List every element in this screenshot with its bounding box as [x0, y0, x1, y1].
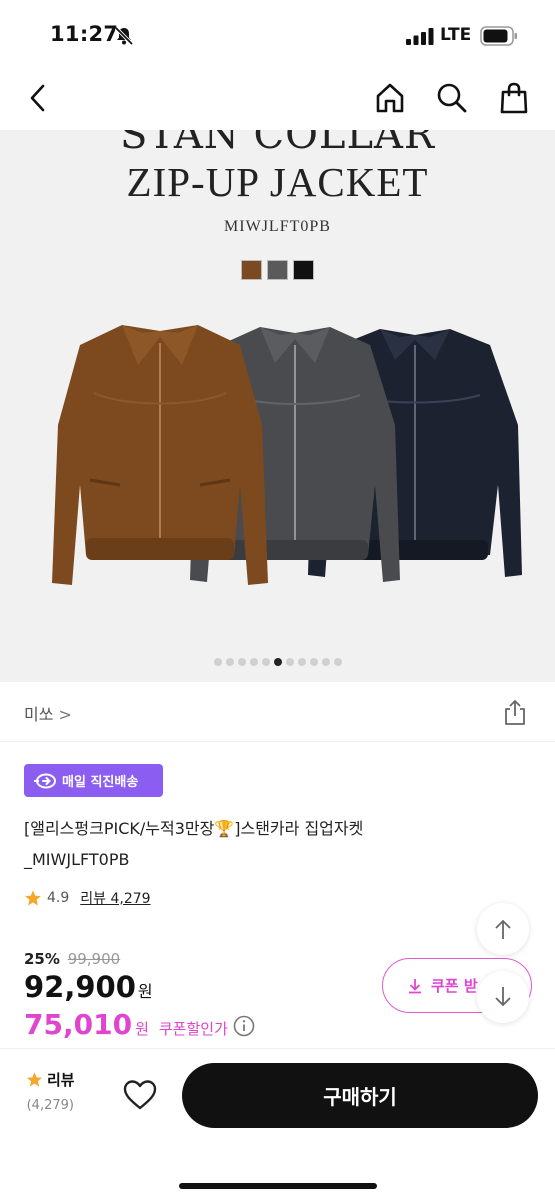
pagination-dot[interactable] — [309, 658, 318, 666]
chevron-left-icon — [30, 84, 45, 112]
image-title-line2: ZIP-UP JACKET — [126, 159, 429, 205]
pagination-dot[interactable] — [285, 658, 294, 666]
top-nav — [0, 66, 555, 130]
delivery-badge: 매일 직진배송 — [24, 764, 163, 797]
color-swatch[interactable] — [241, 260, 262, 280]
brand-row: 미쏘 > — [0, 682, 555, 742]
scroll-top-button[interactable] — [477, 903, 529, 955]
pagination-dot[interactable] — [333, 658, 342, 666]
shopping-bag-icon — [500, 82, 528, 114]
back-button[interactable] — [18, 78, 58, 118]
color-swatches — [241, 260, 314, 280]
pagination-dot[interactable] — [225, 658, 234, 666]
arrow-up-icon — [495, 919, 511, 939]
review-link[interactable]: 리뷰 4,279 — [80, 888, 150, 908]
coupon-price-row: 75,010 원 쿠폰할인가 — [24, 1008, 255, 1041]
brand-name: 미쏘 — [24, 705, 59, 724]
star-icon — [27, 1072, 42, 1087]
buy-button[interactable]: 구매하기 — [182, 1063, 538, 1128]
cart-button[interactable] — [494, 78, 534, 118]
coupon-price-value: 75,010 — [24, 1008, 133, 1041]
bottom-review-button[interactable]: 리뷰 (4,279) — [26, 1069, 75, 1113]
rating-row: 4.9 리뷰 4,279 — [24, 888, 151, 908]
battery-icon — [480, 26, 517, 46]
color-swatch[interactable] — [267, 260, 288, 280]
brand-link[interactable]: 미쏘 > — [24, 701, 72, 725]
search-icon — [437, 83, 467, 113]
network-label: LTE — [440, 25, 472, 45]
image-product-code: MIWJLFT0PB — [224, 218, 331, 235]
image-title-line1: STAN COLLAR — [119, 130, 436, 158]
bottom-review-label-row: 리뷰 — [26, 1069, 75, 1090]
arrow-down-icon — [495, 987, 511, 1007]
coupon-price-label: 쿠폰할인가 — [158, 1020, 228, 1038]
badge-label: 매일 직진배송 — [62, 775, 139, 790]
pagination-dot[interactable] — [249, 658, 258, 666]
pagination-dot[interactable] — [237, 658, 246, 666]
home-button[interactable] — [370, 78, 410, 118]
carousel-pagination[interactable] — [0, 658, 555, 666]
discount-percent: 25% — [24, 950, 60, 968]
coupon-currency-label: 원 — [135, 1020, 149, 1038]
heart-icon[interactable] — [120, 1075, 160, 1115]
home-icon — [376, 83, 404, 113]
pagination-dot[interactable] — [321, 658, 330, 666]
coupon-button-label: 쿠폰 받 — [431, 977, 478, 995]
scroll-bottom-button[interactable] — [477, 971, 529, 1023]
pagination-dot[interactable] — [261, 658, 270, 666]
product-image-carousel[interactable]: STAN COLLAR ZIP-UP JACKET MIWJLFT0PB — [0, 130, 555, 682]
bottom-review-count: (4,279) — [26, 1098, 74, 1113]
home-indicator — [179, 1183, 377, 1189]
status-bar: 11:27 LTE — [0, 0, 555, 66]
sale-price: 92,900 원 — [24, 970, 153, 1004]
fast-delivery-icon — [34, 773, 56, 788]
bottom-review-label: 리뷰 — [47, 1071, 75, 1089]
bell-muted-icon — [114, 26, 134, 46]
share-icon[interactable] — [501, 698, 529, 726]
product-title: [앨리스펑크PICK/누적3만장🏆]스탠카라 집업자켓 _MIWJLFT0PB — [24, 813, 524, 875]
status-time: 11:27 — [50, 22, 119, 46]
search-button[interactable] — [432, 78, 472, 118]
pagination-dot[interactable] — [213, 658, 222, 666]
product-title-line1: [앨리스펑크PICK/누적3만장🏆]스탠카라 집업자켓 — [24, 819, 364, 838]
pagination-dot[interactable] — [273, 658, 282, 666]
download-icon — [409, 978, 421, 993]
jackets-image — [52, 325, 522, 585]
discount-row: 25% 99,900 — [24, 950, 120, 968]
info-icon[interactable] — [233, 1015, 255, 1037]
color-swatch[interactable] — [293, 260, 314, 280]
rating-value: 4.9 — [47, 890, 70, 906]
chevron-right-icon: > — [58, 705, 72, 724]
currency-label: 원 — [137, 982, 153, 1001]
bottom-action-bar: 리뷰 (4,279) 구매하기 — [0, 1048, 555, 1200]
sale-price-value: 92,900 — [24, 970, 136, 1004]
pagination-dot[interactable] — [297, 658, 306, 666]
signal-icon — [406, 28, 434, 45]
star-icon — [25, 890, 41, 906]
original-price: 99,900 — [67, 950, 121, 968]
product-title-line2: _MIWJLFT0PB — [24, 850, 130, 869]
